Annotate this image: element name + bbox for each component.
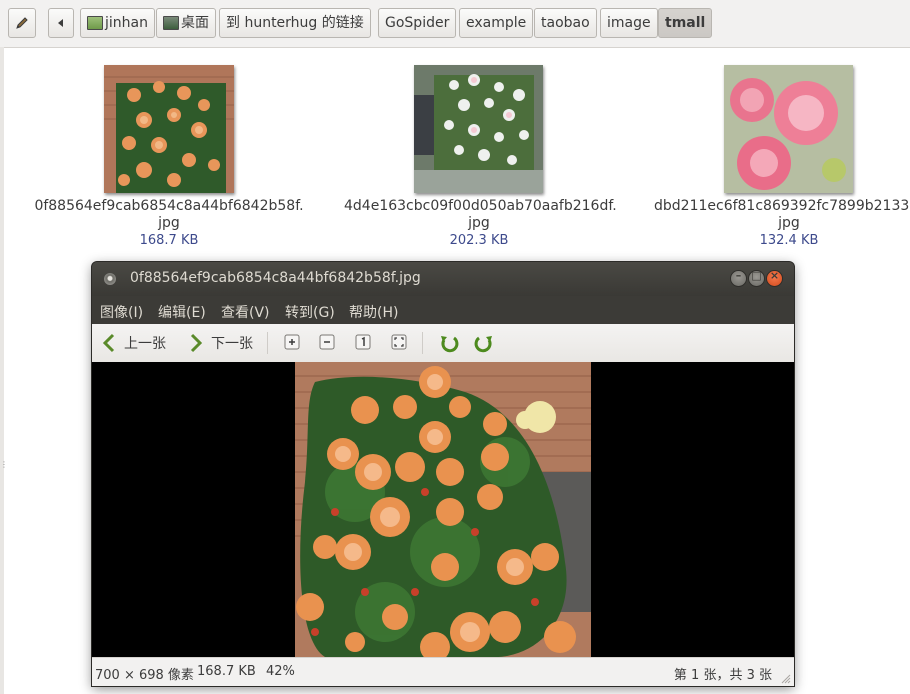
file-name: 4d4e163cbc09f00d050ab70aafb216df. jpg xyxy=(344,198,617,232)
file-name-line: 4d4e163cbc09f00d050ab70aafb216df. xyxy=(344,198,617,214)
path-back-button[interactable] xyxy=(48,8,74,38)
path-item-label: example xyxy=(466,15,527,31)
file-name-ext: jpg xyxy=(778,215,800,231)
menu-image[interactable]: 图像(I) xyxy=(100,302,143,322)
left-arrow-icon xyxy=(58,19,63,27)
zoom-out-icon[interactable] xyxy=(319,334,335,350)
desktop-folder-icon xyxy=(163,16,179,30)
file-size: 168.7 KB xyxy=(139,233,199,248)
path-item-label: 到 hunterhug 的链接 xyxy=(226,15,364,31)
path-item-label: tmall xyxy=(665,15,706,31)
menu-help[interactable]: 帮助(H) xyxy=(349,302,398,322)
window-title: 0f88564ef9cab6854c8a44bf6842b58f.jpg xyxy=(130,270,421,286)
image-thumbnail[interactable] xyxy=(104,65,234,193)
zoom-in-icon[interactable] xyxy=(284,334,300,350)
image-file-size: 168.7 KB xyxy=(197,664,256,679)
path-item-label: image xyxy=(607,15,651,31)
path-bar: jinhan 桌面 到 hunterhug 的链接 GoSpider examp… xyxy=(0,0,910,48)
file-size: 202.3 KB xyxy=(449,233,509,248)
menu-edit[interactable]: 编辑(E) xyxy=(158,302,206,322)
file-name-ext: jpg xyxy=(158,215,180,231)
viewer-toolbar: 上一张 下一张 xyxy=(92,324,794,363)
status-bar: 700 × 698 像素 168.7 KB 42% 第 1 张，共 3 张 xyxy=(92,657,794,686)
rotate-right-icon[interactable] xyxy=(473,332,495,354)
path-item-hunterhug-link[interactable]: 到 hunterhug 的链接 xyxy=(219,8,371,38)
image-thumbnail[interactable] xyxy=(724,65,853,193)
left-border xyxy=(0,47,4,694)
zoom-level: 42% xyxy=(266,664,295,679)
path-item-label: jinhan xyxy=(105,15,148,31)
previous-label: 上一张 xyxy=(124,336,166,352)
rotate-left-icon[interactable] xyxy=(438,332,460,354)
image-position: 第 1 张，共 3 张 xyxy=(673,668,772,683)
menu-go[interactable]: 转到(G) xyxy=(285,302,335,322)
path-item-tmall[interactable]: tmall xyxy=(658,8,713,38)
path-item-example[interactable]: example xyxy=(459,8,534,38)
toolbar-separator xyxy=(422,332,423,354)
file-name: 0f88564ef9cab6854c8a44bf6842b58f. jpg xyxy=(34,198,304,232)
next-image-button[interactable]: 下一张 xyxy=(189,333,253,353)
next-label: 下一张 xyxy=(211,336,253,352)
minimize-button[interactable]: – xyxy=(731,269,746,286)
home-folder-icon xyxy=(87,16,103,30)
path-item-taobao[interactable]: taobao xyxy=(534,8,597,38)
window-titlebar[interactable]: 0f88564ef9cab6854c8a44bf6842b58f.jpg – □… xyxy=(92,262,794,296)
resize-grip-icon[interactable] xyxy=(781,674,791,684)
file-size: 132.4 KB xyxy=(759,233,819,248)
path-item-jinhan[interactable]: jinhan xyxy=(80,8,155,38)
edit-location-button[interactable] xyxy=(8,8,36,38)
chevron-left-icon xyxy=(102,333,115,353)
window-menu-icon[interactable] xyxy=(104,273,116,285)
zoom-fit-icon[interactable] xyxy=(391,334,407,350)
path-item-label: GoSpider xyxy=(385,15,450,31)
chevron-right-icon xyxy=(190,333,203,353)
path-item-desktop[interactable]: 桌面 xyxy=(156,8,216,38)
path-item-gospider[interactable]: GoSpider xyxy=(378,8,457,38)
image-dimensions: 700 × 698 像素 xyxy=(95,668,194,683)
file-name-ext: jpg xyxy=(468,215,490,231)
image-viewer-window: 0f88564ef9cab6854c8a44bf6842b58f.jpg – □… xyxy=(92,262,794,686)
maximize-button[interactable]: □ xyxy=(749,269,764,286)
zoom-normal-icon[interactable] xyxy=(355,334,371,350)
menu-bar: 图像(I) 编辑(E) 查看(V) 转到(G) 帮助(H) xyxy=(92,296,794,324)
path-item-image[interactable]: image xyxy=(600,8,658,38)
minimize-icon: – xyxy=(735,269,742,282)
close-button[interactable]: × xyxy=(767,269,782,286)
image-canvas[interactable] xyxy=(92,362,794,657)
menu-view[interactable]: 查看(V) xyxy=(221,302,270,322)
previous-image-button[interactable]: 上一张 xyxy=(102,333,166,353)
pencil-icon xyxy=(16,17,28,29)
toolbar-separator xyxy=(267,332,268,354)
file-name: dbd211ec6f81c869392fc7899b213351 jpg xyxy=(654,198,910,232)
maximize-icon: □ xyxy=(751,269,762,282)
pane-resize-handle[interactable]: ⋮ xyxy=(0,460,8,470)
file-name-line: 0f88564ef9cab6854c8a44bf6842b58f. xyxy=(34,198,304,214)
image-thumbnail[interactable] xyxy=(414,65,543,193)
displayed-image[interactable] xyxy=(295,362,591,657)
path-item-label: 桌面 xyxy=(181,15,209,31)
path-item-label: taobao xyxy=(541,15,590,31)
file-name-line: dbd211ec6f81c869392fc7899b213351 xyxy=(654,198,910,214)
close-icon: × xyxy=(769,269,780,282)
